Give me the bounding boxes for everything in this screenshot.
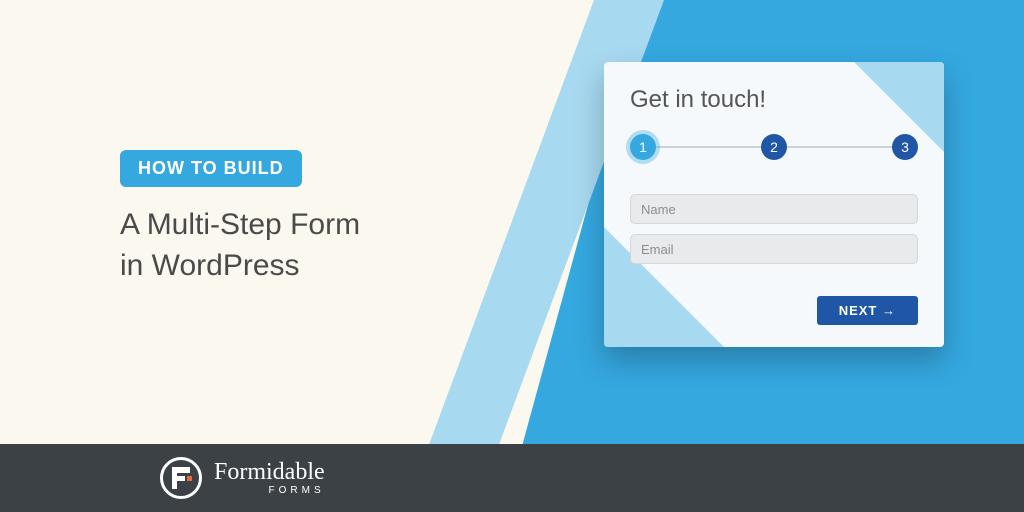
brand-subtitle: FORMS xyxy=(214,486,325,496)
category-pill: HOW TO BUILD xyxy=(120,150,302,187)
footer-bar: Formidable FORMS xyxy=(0,444,1024,512)
form-fields xyxy=(630,194,918,274)
hero-stage: HOW TO BUILD A Multi-Step Form in WordPr… xyxy=(0,0,1024,512)
headline-line-2: in WordPress xyxy=(120,246,360,287)
step-2[interactable]: 2 xyxy=(761,134,787,160)
email-field[interactable] xyxy=(630,234,918,264)
brand-logo-icon xyxy=(160,457,202,499)
form-card: Get in touch! 1 2 3 NEXT → xyxy=(604,62,944,347)
headline-line-1: A Multi-Step Form xyxy=(120,205,360,246)
form-title: Get in touch! xyxy=(630,86,918,114)
form-actions: NEXT → xyxy=(630,296,918,325)
step-1[interactable]: 1 xyxy=(630,134,656,160)
step-progress: 1 2 3 xyxy=(630,134,918,160)
headline-block: HOW TO BUILD A Multi-Step Form in WordPr… xyxy=(120,150,360,286)
next-button[interactable]: NEXT → xyxy=(817,296,918,325)
step-3[interactable]: 3 xyxy=(892,134,918,160)
headline: A Multi-Step Form in WordPress xyxy=(120,205,360,286)
name-field[interactable] xyxy=(630,194,918,224)
brand-wordmark: Formidable FORMS xyxy=(214,460,325,496)
brand-name: Formidable xyxy=(214,460,325,484)
